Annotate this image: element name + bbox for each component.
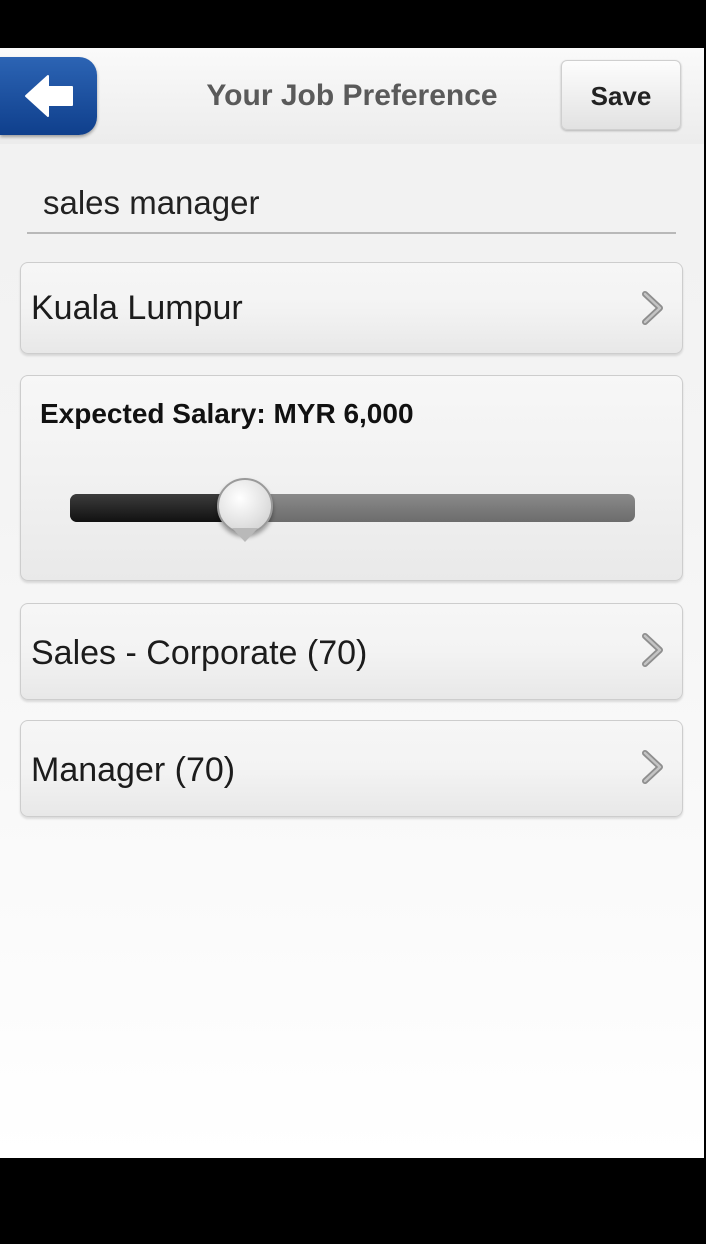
location-label: Kuala Lumpur [31, 289, 243, 327]
job-preference-screen: Your Job Preference Save sales manager K… [0, 48, 704, 1158]
chevron-right-icon [642, 750, 663, 784]
expected-salary-label: Expected Salary: MYR 6,000 [40, 398, 414, 429]
header-bar: Your Job Preference Save [0, 48, 704, 144]
back-arrow-icon [25, 75, 73, 117]
position-level-selector[interactable]: Manager (70) [20, 720, 683, 817]
save-button[interactable]: Save [561, 60, 681, 130]
specialization-selector[interactable]: Sales - Corporate (70) [20, 603, 683, 700]
salary-slider-thumb[interactable] [217, 478, 273, 542]
chevron-right-icon [642, 633, 663, 667]
expected-salary-card: Expected Salary: MYR 6,000 [20, 375, 683, 581]
navigation-bar [0, 1158, 706, 1244]
keyword-input[interactable]: sales manager [27, 176, 676, 234]
specialization-label: Sales - Corporate (70) [31, 634, 368, 672]
chevron-right-icon [642, 291, 663, 325]
status-bar [0, 0, 706, 48]
back-button[interactable] [0, 57, 97, 135]
location-selector[interactable]: Kuala Lumpur [20, 262, 683, 354]
position-level-label: Manager (70) [31, 751, 236, 789]
salary-slider[interactable] [70, 478, 635, 542]
keyword-input-value: sales manager [43, 184, 260, 221]
page-title: Your Job Preference [206, 79, 498, 112]
